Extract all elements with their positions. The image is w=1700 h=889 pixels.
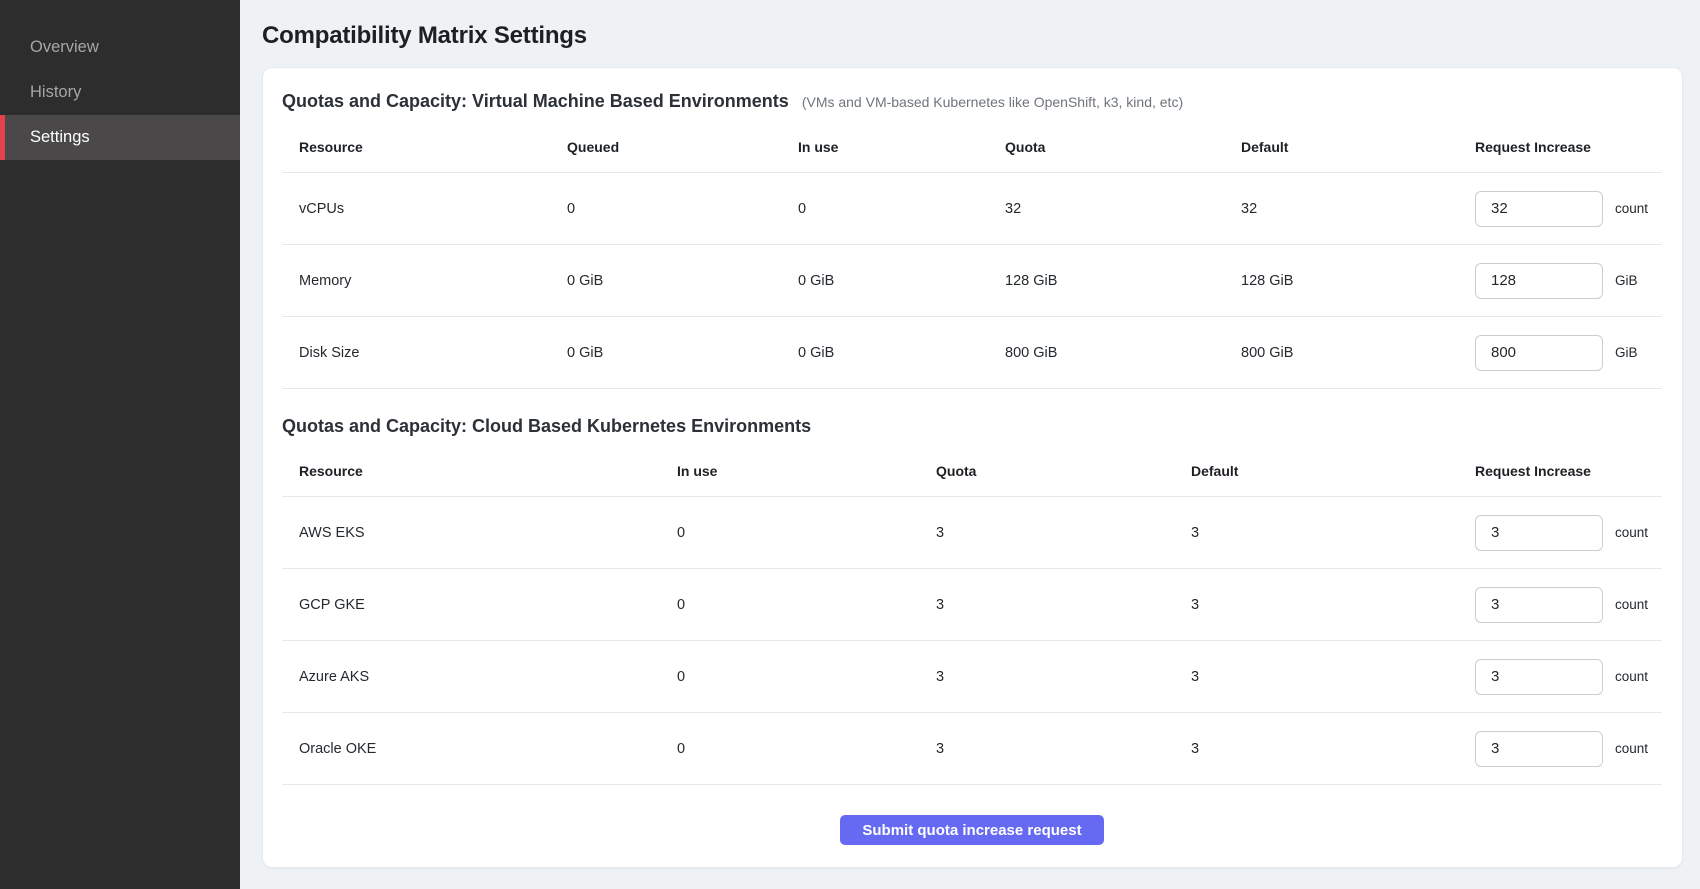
gcp-gke-unit-label: count xyxy=(1615,597,1648,612)
disk-quota-cell: 800 GiB xyxy=(1005,345,1241,361)
memory-resource-cell: Memory xyxy=(299,273,567,289)
cloud-col-quota: Quota xyxy=(936,463,1191,479)
cloud-col-default: Default xyxy=(1191,463,1475,479)
aws-eks-default-cell: 3 xyxy=(1191,525,1475,541)
sidebar-item-history-label: History xyxy=(30,83,81,102)
vcpus-request-cell: count xyxy=(1475,191,1662,227)
oracle-oke-resource-cell: Oracle OKE xyxy=(299,741,677,757)
memory-request-input[interactable] xyxy=(1475,263,1603,299)
table-row-disk-size: Disk Size 0 GiB 0 GiB 800 GiB 800 GiB Gi… xyxy=(282,317,1662,389)
gcp-gke-request-input[interactable] xyxy=(1475,587,1603,623)
vm-col-default: Default xyxy=(1241,139,1475,155)
aws-eks-quota-cell: 3 xyxy=(936,525,1191,541)
table-row-azure-aks: Azure AKS 0 3 3 count xyxy=(282,641,1662,713)
sidebar-item-overview-label: Overview xyxy=(30,38,99,57)
vcpus-request-input[interactable] xyxy=(1475,191,1603,227)
active-indicator-bar xyxy=(0,115,5,160)
azure-aks-unit-label: count xyxy=(1615,669,1648,684)
vcpus-queued-cell: 0 xyxy=(567,201,798,217)
vcpus-in-use-cell: 0 xyxy=(798,201,1005,217)
vm-section-heading: Quotas and Capacity: Virtual Machine Bas… xyxy=(282,90,1662,113)
aws-eks-request-cell: count xyxy=(1475,515,1662,551)
oracle-oke-default-cell: 3 xyxy=(1191,741,1475,757)
oracle-oke-in-use-cell: 0 xyxy=(677,741,936,757)
aws-eks-request-input[interactable] xyxy=(1475,515,1603,551)
sidebar-item-settings-label: Settings xyxy=(30,128,90,147)
memory-in-use-cell: 0 GiB xyxy=(798,273,1005,289)
quota-settings-card: Quotas and Capacity: Virtual Machine Bas… xyxy=(262,67,1683,868)
oracle-oke-request-input[interactable] xyxy=(1475,731,1603,767)
cloud-col-in-use: In use xyxy=(677,463,936,479)
sidebar-item-overview[interactable]: Overview xyxy=(0,25,240,70)
memory-unit-label: GiB xyxy=(1615,273,1638,288)
memory-queued-cell: 0 GiB xyxy=(567,273,798,289)
azure-aks-in-use-cell: 0 xyxy=(677,669,936,685)
aws-eks-resource-cell: AWS EKS xyxy=(299,525,677,541)
memory-quota-cell: 128 GiB xyxy=(1005,273,1241,289)
sidebar-item-settings[interactable]: Settings xyxy=(0,115,240,160)
oracle-oke-request-cell: count xyxy=(1475,731,1662,767)
vm-col-in-use: In use xyxy=(798,139,1005,155)
vcpus-default-cell: 32 xyxy=(1241,201,1475,217)
azure-aks-resource-cell: Azure AKS xyxy=(299,669,677,685)
memory-default-cell: 128 GiB xyxy=(1241,273,1475,289)
vm-quota-table: Resource Queued In use Quota Default Req… xyxy=(282,113,1662,389)
vcpus-resource-cell: vCPUs xyxy=(299,201,567,217)
azure-aks-request-input[interactable] xyxy=(1475,659,1603,695)
vm-col-queued: Queued xyxy=(567,139,798,155)
cloud-col-request-increase: Request Increase xyxy=(1475,463,1662,479)
gcp-gke-in-use-cell: 0 xyxy=(677,597,936,613)
azure-aks-quota-cell: 3 xyxy=(936,669,1191,685)
vm-section-subtitle: (VMs and VM-based Kubernetes like OpenSh… xyxy=(802,94,1183,110)
main-content: Compatibility Matrix Settings Quotas and… xyxy=(240,0,1700,868)
vcpus-quota-cell: 32 xyxy=(1005,201,1241,217)
gcp-gke-quota-cell: 3 xyxy=(936,597,1191,613)
table-row-gcp-gke: GCP GKE 0 3 3 count xyxy=(282,569,1662,641)
disk-request-input[interactable] xyxy=(1475,335,1603,371)
vm-col-resource: Resource xyxy=(299,139,567,155)
table-row-oracle-oke: Oracle OKE 0 3 3 count xyxy=(282,713,1662,785)
disk-in-use-cell: 0 GiB xyxy=(798,345,1005,361)
disk-queued-cell: 0 GiB xyxy=(567,345,798,361)
cloud-table-header: Resource In use Quota Default Request In… xyxy=(282,437,1662,497)
oracle-oke-quota-cell: 3 xyxy=(936,741,1191,757)
cloud-quota-table: Resource In use Quota Default Request In… xyxy=(282,437,1662,785)
memory-request-cell: GiB xyxy=(1475,263,1662,299)
submit-row: Submit quota increase request xyxy=(282,785,1662,867)
cloud-section-heading-text: Quotas and Capacity: Cloud Based Kuberne… xyxy=(282,416,811,436)
submit-quota-button[interactable]: Submit quota increase request xyxy=(840,815,1103,845)
vcpus-unit-label: count xyxy=(1615,201,1648,216)
table-row-memory: Memory 0 GiB 0 GiB 128 GiB 128 GiB GiB xyxy=(282,245,1662,317)
disk-resource-cell: Disk Size xyxy=(299,345,567,361)
oracle-oke-unit-label: count xyxy=(1615,741,1648,756)
aws-eks-unit-label: count xyxy=(1615,525,1648,540)
sidebar: Overview History Settings xyxy=(0,0,240,889)
azure-aks-default-cell: 3 xyxy=(1191,669,1475,685)
page-title: Compatibility Matrix Settings xyxy=(262,22,1683,50)
table-row-vcpus: vCPUs 0 0 32 32 count xyxy=(282,173,1662,245)
gcp-gke-resource-cell: GCP GKE xyxy=(299,597,677,613)
vm-col-request-increase: Request Increase xyxy=(1475,139,1662,155)
sidebar-item-history[interactable]: History xyxy=(0,70,240,115)
disk-default-cell: 800 GiB xyxy=(1241,345,1475,361)
vm-col-quota: Quota xyxy=(1005,139,1241,155)
gcp-gke-default-cell: 3 xyxy=(1191,597,1475,613)
vm-table-header: Resource Queued In use Quota Default Req… xyxy=(282,113,1662,173)
vm-section-heading-text: Quotas and Capacity: Virtual Machine Bas… xyxy=(282,91,789,111)
cloud-col-resource: Resource xyxy=(299,463,677,479)
disk-unit-label: GiB xyxy=(1615,345,1638,360)
azure-aks-request-cell: count xyxy=(1475,659,1662,695)
gcp-gke-request-cell: count xyxy=(1475,587,1662,623)
disk-request-cell: GiB xyxy=(1475,335,1662,371)
table-row-aws-eks: AWS EKS 0 3 3 count xyxy=(282,497,1662,569)
cloud-section-heading: Quotas and Capacity: Cloud Based Kuberne… xyxy=(282,415,1662,437)
aws-eks-in-use-cell: 0 xyxy=(677,525,936,541)
